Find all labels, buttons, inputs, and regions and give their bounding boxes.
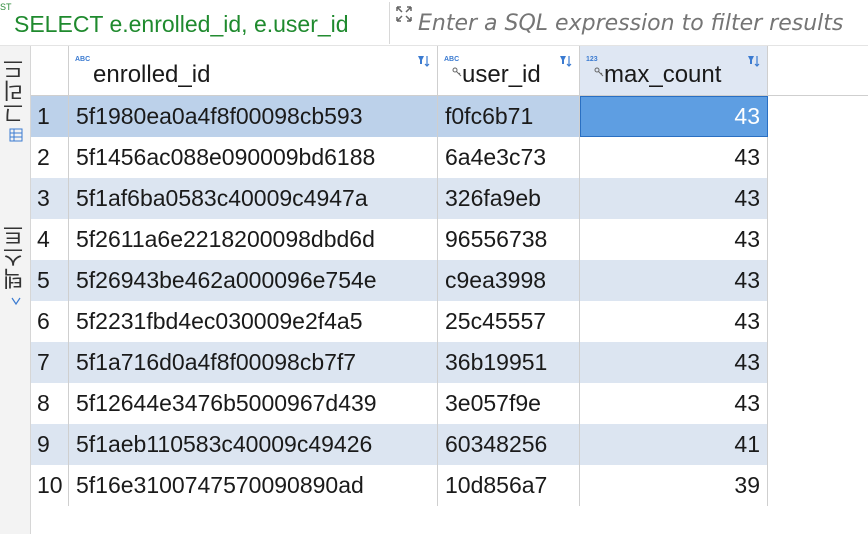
cell-max-count[interactable]: 43 xyxy=(580,219,768,260)
sort-filter-icon[interactable] xyxy=(747,54,761,68)
sql-mark: ST xyxy=(0,2,12,12)
key-icon xyxy=(452,64,462,77)
cell-max-count[interactable]: 43 xyxy=(580,178,768,219)
cell-enrolled-id[interactable]: 5f1456ac088e090009bd6188 xyxy=(69,137,438,178)
cell-empty xyxy=(768,383,868,424)
cell-enrolled-id[interactable]: 5f2231fbd4ec030009e2f4a5 xyxy=(69,301,438,342)
cell-max-count[interactable]: 41 xyxy=(580,424,768,465)
tab-text[interactable]: 텍스트 xyxy=(0,224,31,308)
cell-empty xyxy=(768,178,868,219)
cell-user-id[interactable]: 6a4e3c73 xyxy=(438,137,580,178)
text-icon xyxy=(9,294,23,308)
cell-enrolled-id[interactable]: 5f1af6ba0583c40009c4947a xyxy=(69,178,438,219)
type-badge-text: ABC xyxy=(75,56,91,63)
cell-empty xyxy=(768,301,868,342)
column-label: user_id xyxy=(462,61,541,88)
column-header-enrolled-id[interactable]: ABC enrolled_id xyxy=(69,46,438,96)
cell-max-count[interactable]: 39 xyxy=(580,465,768,506)
cell-empty xyxy=(768,260,868,301)
row-number[interactable]: 4 xyxy=(31,219,69,260)
tab-text-label: 텍스트 xyxy=(2,224,28,290)
cell-enrolled-id[interactable]: 5f2611a6e2218200098dbd6d xyxy=(69,219,438,260)
type-badge-text: ABC xyxy=(444,56,460,63)
table-row[interactable]: 1 5f1980ea0a4f8f00098cb593 f0fc6b71 43 xyxy=(31,96,868,137)
column-header-max-count[interactable]: 123 max_count xyxy=(580,46,768,96)
table-row[interactable]: 3 5f1af6ba0583c40009c4947a 326fa9eb 43 xyxy=(31,178,868,219)
cell-empty xyxy=(768,465,868,506)
cell-empty xyxy=(768,219,868,260)
table-row[interactable]: 7 5f1a716d0a4f8f00098cb7f7 36b19951 43 xyxy=(31,342,868,383)
cell-enrolled-id[interactable]: 5f16e3100747570090890ad xyxy=(69,465,438,506)
sort-filter-icon[interactable] xyxy=(417,54,431,68)
grid-header: ABC enrolled_id ABC user_id 123 max_coun… xyxy=(31,46,868,96)
row-number[interactable]: 3 xyxy=(31,178,69,219)
cell-max-count[interactable]: 43 xyxy=(580,342,768,383)
row-number[interactable]: 2 xyxy=(31,137,69,178)
cell-empty xyxy=(768,96,868,137)
row-number[interactable]: 5 xyxy=(31,260,69,301)
grid-icon xyxy=(9,128,23,142)
row-number[interactable]: 7 xyxy=(31,342,69,383)
filter-input[interactable] xyxy=(418,8,868,40)
row-number[interactable]: 6 xyxy=(31,301,69,342)
cell-enrolled-id[interactable]: 5f12644e3476b5000967d439 xyxy=(69,383,438,424)
cell-user-id[interactable]: 10d856a7 xyxy=(438,465,580,506)
row-number[interactable]: 8 xyxy=(31,383,69,424)
cell-user-id[interactable]: 25c45557 xyxy=(438,301,580,342)
filter-expand-icon[interactable] xyxy=(394,4,414,24)
row-number[interactable]: 1 xyxy=(31,96,69,137)
header-corner[interactable] xyxy=(31,46,69,96)
cell-user-id[interactable]: 3e057f9e xyxy=(438,383,580,424)
table-row[interactable]: 10 5f16e3100747570090890ad 10d856a7 39 xyxy=(31,465,868,506)
cell-max-count[interactable]: 43 xyxy=(580,383,768,424)
sql-query-text[interactable]: SELECT e.enrolled_id, e.user_id xyxy=(14,10,349,38)
cell-max-count[interactable]: 43 xyxy=(580,301,768,342)
cell-max-count[interactable]: 43 xyxy=(580,96,768,137)
table-row[interactable]: 8 5f12644e3476b5000967d439 3e057f9e 43 xyxy=(31,383,868,424)
cell-user-id[interactable]: 326fa9eb xyxy=(438,178,580,219)
cell-max-count[interactable]: 43 xyxy=(580,260,768,301)
column-header-user-id[interactable]: ABC user_id xyxy=(438,46,580,96)
cell-enrolled-id[interactable]: 5f1aeb110583c40009c49426 xyxy=(69,424,438,465)
table-row[interactable]: 5 5f26943be462a000096e754e c9ea3998 43 xyxy=(31,260,868,301)
tab-grid[interactable]: 그리드 xyxy=(0,58,31,142)
cell-enrolled-id[interactable]: 5f1a716d0a4f8f00098cb7f7 xyxy=(69,342,438,383)
view-mode-tabs: 그리드 텍스트 xyxy=(0,46,31,534)
tab-grid-label: 그리드 xyxy=(2,58,28,124)
cell-enrolled-id[interactable]: 5f1980ea0a4f8f00098cb593 xyxy=(69,96,438,137)
cell-user-id[interactable]: 36b19951 xyxy=(438,342,580,383)
cell-user-id[interactable]: f0fc6b71 xyxy=(438,96,580,137)
table-row[interactable]: 4 5f2611a6e2218200098dbd6d 96556738 43 xyxy=(31,219,868,260)
table-row[interactable]: 9 5f1aeb110583c40009c49426 60348256 41 xyxy=(31,424,868,465)
cell-enrolled-id[interactable]: 5f26943be462a000096e754e xyxy=(69,260,438,301)
cell-user-id[interactable]: 60348256 xyxy=(438,424,580,465)
column-label: enrolled_id xyxy=(93,61,211,88)
table-row[interactable]: 6 5f2231fbd4ec030009e2f4a5 25c45557 43 xyxy=(31,301,868,342)
cell-empty xyxy=(768,424,868,465)
query-filter-bar: ST SELECT e.enrolled_id, e.user_id xyxy=(0,0,868,46)
filter-separator xyxy=(389,2,390,44)
cell-user-id[interactable]: c9ea3998 xyxy=(438,260,580,301)
key-icon xyxy=(594,64,604,77)
result-grid: ABC enrolled_id ABC user_id 123 max_coun… xyxy=(31,46,868,534)
table-row[interactable]: 2 5f1456ac088e090009bd6188 6a4e3c73 43 xyxy=(31,137,868,178)
cell-empty xyxy=(768,342,868,383)
cell-empty xyxy=(768,137,868,178)
grid-body: 1 5f1980ea0a4f8f00098cb593 f0fc6b71 43 2 5f14… xyxy=(31,96,868,506)
row-number[interactable]: 10 xyxy=(31,465,69,506)
cell-max-count[interactable]: 43 xyxy=(580,137,768,178)
row-number[interactable]: 9 xyxy=(31,424,69,465)
type-badge-number: 123 xyxy=(586,56,598,63)
cell-user-id[interactable]: 96556738 xyxy=(438,219,580,260)
sort-filter-icon[interactable] xyxy=(559,54,573,68)
column-label: max_count xyxy=(604,61,722,88)
header-empty xyxy=(768,46,868,96)
